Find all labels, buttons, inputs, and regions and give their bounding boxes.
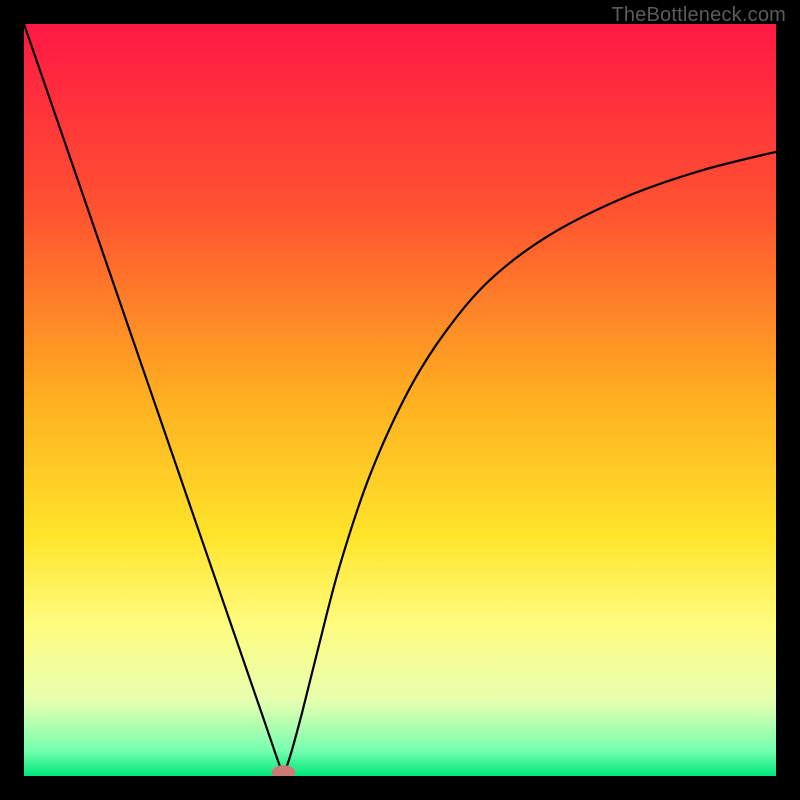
watermark-text: TheBottleneck.com [611,4,786,27]
chart-frame: TheBottleneck.com [0,0,800,800]
plot-background [24,24,776,776]
chart-plot [24,24,776,776]
